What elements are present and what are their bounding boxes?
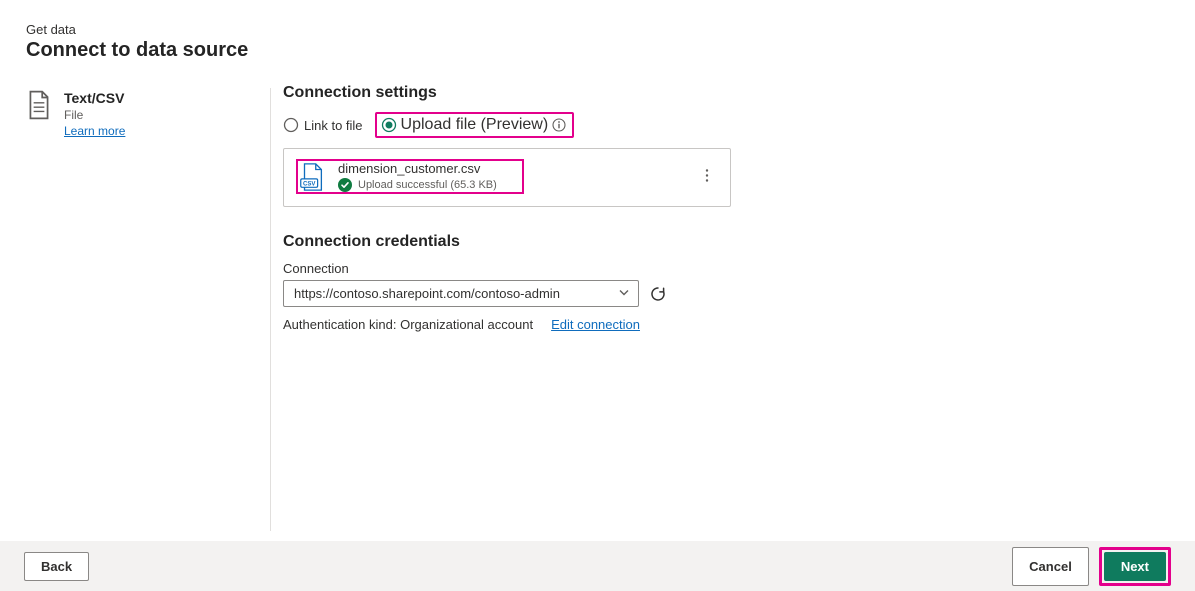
csv-file-icon: CSV [298,162,326,192]
connector-sidebar: Text/CSV File Learn more [26,78,270,541]
radio-unchecked-icon [283,117,299,133]
page-title: Connect to data source [26,39,1169,62]
back-button[interactable]: Back [24,552,89,581]
upload-status-text: Upload successful (65.3 KB) [358,179,497,191]
connector-name: Text/CSV [64,90,125,106]
radio-link-to-file[interactable]: Link to file [283,117,363,133]
cancel-button[interactable]: Cancel [1012,547,1089,586]
uploaded-file-card: CSV dimension_customer.csv Upload succes… [283,148,731,207]
radio-link-to-file-label: Link to file [304,118,363,133]
uploaded-file-name: dimension_customer.csv [338,161,497,176]
success-check-icon [338,178,352,192]
chevron-down-icon [618,286,630,301]
connection-credentials-heading: Connection credentials [283,233,1169,251]
connection-select[interactable]: https://contoso.sharepoint.com/contoso-a… [283,280,639,307]
connection-settings-heading: Connection settings [283,84,1169,102]
radio-upload-file[interactable]: Upload file (Preview) [375,112,575,138]
next-button-highlight: Next [1099,547,1171,586]
refresh-icon[interactable] [649,285,667,303]
learn-more-link[interactable]: Learn more [64,124,125,138]
connection-field-label: Connection [283,261,1169,276]
connector-item: Text/CSV File Learn more [26,90,270,138]
connection-select-value: https://contoso.sharepoint.com/contoso-a… [294,286,560,301]
breadcrumb: Get data [26,22,1169,37]
connector-subtype: File [64,108,125,122]
dialog-footer: Back Cancel Next [0,541,1195,591]
edit-connection-link[interactable]: Edit connection [551,317,640,332]
info-icon[interactable] [552,118,566,132]
more-options-icon[interactable] [696,163,718,192]
radio-upload-file-label: Upload file (Preview) [401,116,549,134]
radio-checked-icon [381,117,397,133]
svg-text:CSV: CSV [303,180,316,187]
document-icon [26,90,52,120]
next-button[interactable]: Next [1104,552,1166,581]
authentication-kind: Authentication kind: Organizational acco… [283,317,533,332]
connection-mode-radio-group: Link to file Upload file (Preview) [283,112,1169,138]
main-panel: Connection settings Link to file Upload … [271,78,1169,541]
